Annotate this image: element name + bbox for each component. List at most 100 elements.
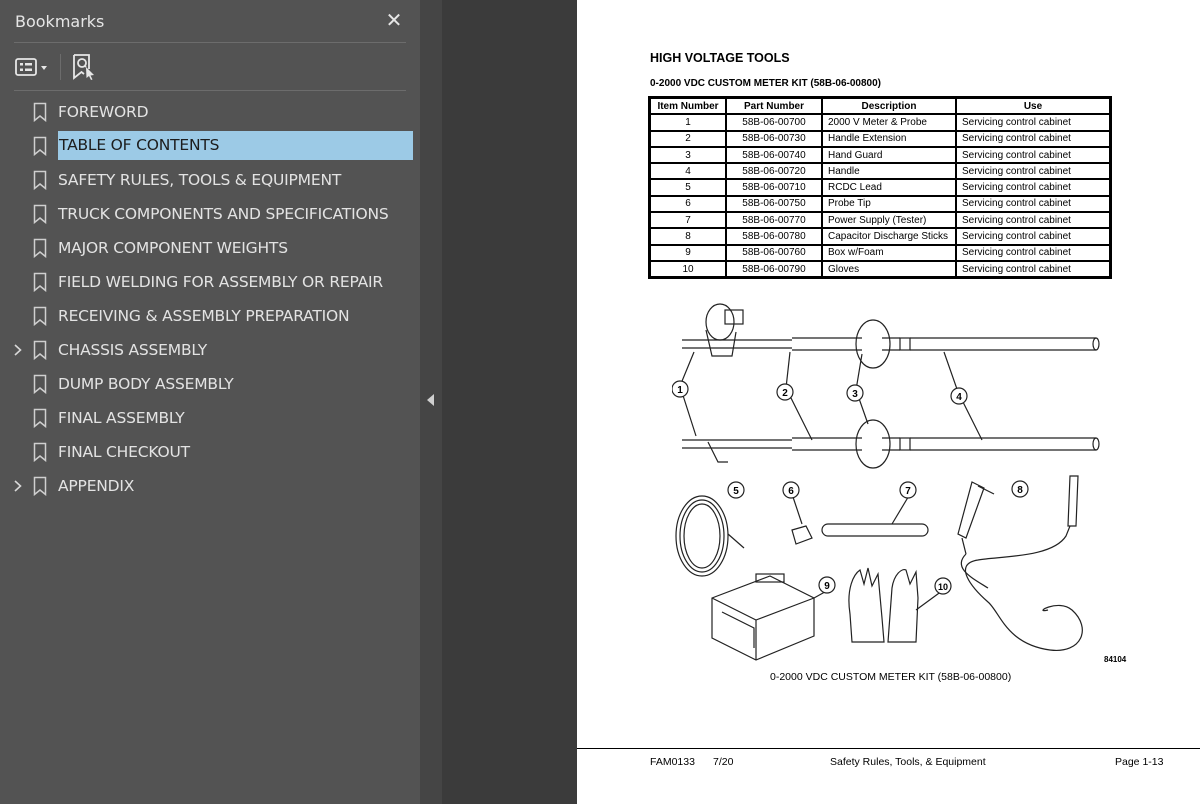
close-icon[interactable]: ✕ bbox=[382, 11, 406, 31]
callout-5: 5 bbox=[727, 481, 745, 499]
item-number-cell: 7 bbox=[650, 212, 726, 229]
column-header: Description bbox=[822, 98, 956, 115]
description-cell: Gloves bbox=[822, 260, 956, 278]
callout-3: 3 bbox=[846, 384, 864, 402]
table-row: 7 58B-06-00770 Power Supply (Tester) Servic… bbox=[650, 212, 1110, 229]
bookmark-icon bbox=[33, 476, 47, 496]
bookmark-final-assembly[interactable]: FINAL ASSEMBLY bbox=[0, 401, 420, 435]
column-header: Item Number bbox=[650, 98, 726, 115]
use-cell: Servicing control cabinet bbox=[956, 260, 1110, 278]
bookmark-truck-components[interactable]: TRUCK COMPONENTS AND SPECIFICATIONS bbox=[0, 197, 420, 231]
use-cell: Servicing control cabinet bbox=[956, 228, 1110, 245]
chevron-right-icon[interactable] bbox=[11, 478, 25, 494]
bookmark-table-of-contents[interactable]: TABLE OF CONTENTS bbox=[0, 129, 420, 163]
figure-code: 84104 bbox=[1104, 655, 1127, 664]
parts-table: Item Number Part Number Description Use … bbox=[648, 96, 1112, 280]
chevron-right-icon[interactable] bbox=[11, 342, 25, 358]
svg-text:9: 9 bbox=[824, 581, 830, 592]
item-number-cell: 2 bbox=[650, 130, 726, 147]
bookmark-icon bbox=[33, 136, 47, 156]
list-options-icon bbox=[15, 57, 47, 76]
bookmark-final-checkout[interactable]: FINAL CHECKOUT bbox=[0, 435, 420, 469]
svg-text:2: 2 bbox=[782, 388, 788, 399]
table-row: 10 58B-06-00790 Gloves Servicing control ca… bbox=[650, 260, 1110, 278]
description-cell: Probe Tip bbox=[822, 195, 956, 213]
bookmark-dump-body-assembly[interactable]: DUMP BODY ASSEMBLY bbox=[0, 367, 420, 401]
bookmarks-toolbar bbox=[0, 43, 420, 90]
bookmarks-panel: Bookmarks ✕ FOREWORD TABLE OF CONTENTS S… bbox=[0, 0, 420, 804]
bookmark-safety-rules[interactable]: SAFETY RULES, TOOLS & EQUIPMENT bbox=[0, 163, 420, 197]
bookmark-list: FOREWORD TABLE OF CONTENTS SAFETY RULES,… bbox=[0, 91, 420, 503]
use-cell: Servicing control cabinet bbox=[956, 146, 1110, 164]
bookmarks-title: Bookmarks bbox=[15, 11, 105, 31]
svg-text:3: 3 bbox=[852, 389, 858, 400]
meter-kit-illustration: 1 2 3 4 5 6 7 8 9 10 bbox=[672, 303, 1100, 661]
svg-text:8: 8 bbox=[1017, 485, 1023, 496]
use-cell: Servicing control cabinet bbox=[956, 179, 1110, 196]
bookmark-field-welding[interactable]: FIELD WELDING FOR ASSEMBLY OR REPAIR bbox=[0, 265, 420, 299]
find-bookmark-button[interactable] bbox=[71, 53, 97, 81]
item-number-cell: 4 bbox=[650, 163, 726, 180]
bookmark-label: SAFETY RULES, TOOLS & EQUIPMENT bbox=[58, 171, 342, 189]
use-cell: Servicing control cabinet bbox=[956, 244, 1110, 261]
callout-7: 7 bbox=[899, 481, 917, 499]
bookmark-label: RECEIVING & ASSEMBLY PREPARATION bbox=[58, 307, 350, 325]
item-number-cell: 8 bbox=[650, 228, 726, 245]
bookmark-label: FINAL CHECKOUT bbox=[58, 443, 190, 461]
svg-text:1: 1 bbox=[677, 385, 683, 396]
table-row: 4 58B-06-00720 Handle Servicing control cab… bbox=[650, 163, 1110, 180]
section-title: HIGH VOLTAGE TOOLS bbox=[650, 51, 790, 65]
find-bookmark-icon bbox=[73, 53, 94, 80]
bookmark-icon bbox=[33, 408, 47, 428]
probe-tip-drawing bbox=[791, 525, 813, 545]
bookmark-icon bbox=[33, 340, 47, 360]
svg-text:4: 4 bbox=[956, 392, 962, 403]
bookmark-options-button[interactable] bbox=[14, 56, 48, 78]
table-row: 6 58B-06-00750 Probe Tip Servicing control … bbox=[650, 195, 1110, 213]
table-row: 3 58B-06-00740 Hand Guard Servicing control… bbox=[650, 146, 1110, 164]
description-cell: RCDC Lead bbox=[822, 179, 956, 196]
bookmark-appendix[interactable]: APPENDIX bbox=[0, 469, 420, 503]
bookmark-label: FOREWORD bbox=[58, 103, 149, 121]
bookmark-receiving-assembly[interactable]: RECEIVING & ASSEMBLY PREPARATION bbox=[0, 299, 420, 333]
bookmark-icon bbox=[33, 204, 47, 224]
collapse-panel-icon[interactable] bbox=[427, 394, 434, 406]
bookmark-icon bbox=[33, 170, 47, 190]
part-number-cell: 58B-06-00750 bbox=[726, 195, 822, 213]
use-cell: Servicing control cabinet bbox=[956, 114, 1110, 131]
part-number-cell: 58B-06-00770 bbox=[726, 212, 822, 229]
description-cell: 2000 V Meter & Probe bbox=[822, 114, 956, 131]
svg-text:7: 7 bbox=[905, 486, 911, 497]
meter-drawing bbox=[705, 303, 735, 341]
footer-page-number: Page 1-13 bbox=[1115, 756, 1164, 768]
footer-rule bbox=[577, 748, 1200, 749]
description-cell: Power Supply (Tester) bbox=[822, 212, 956, 229]
bookmark-chassis-assembly[interactable]: CHASSIS ASSEMBLY bbox=[0, 333, 420, 367]
item-number-cell: 10 bbox=[650, 260, 726, 278]
callout-2: 2 bbox=[776, 383, 794, 401]
toolbar-separator bbox=[60, 53, 61, 80]
bookmark-label: FINAL ASSEMBLY bbox=[58, 409, 185, 427]
item-number-cell: 3 bbox=[650, 146, 726, 164]
bookmark-major-component-weights[interactable]: MAJOR COMPONENT WEIGHTS bbox=[0, 231, 420, 265]
description-cell: Hand Guard bbox=[822, 146, 956, 164]
item-number-cell: 1 bbox=[650, 114, 726, 131]
bookmark-icon bbox=[33, 102, 47, 122]
svg-text:5: 5 bbox=[733, 486, 739, 497]
item-number-cell: 9 bbox=[650, 244, 726, 261]
table-subtitle: 0-2000 VDC CUSTOM METER KIT (58B-06-0080… bbox=[650, 78, 881, 89]
use-cell: Servicing control cabinet bbox=[956, 163, 1110, 180]
bookmark-foreword[interactable]: FOREWORD bbox=[0, 95, 420, 129]
discharge-stick-drawing bbox=[957, 481, 985, 539]
item-number-cell: 5 bbox=[650, 179, 726, 196]
callout-9: 9 bbox=[818, 576, 836, 594]
bookmark-icon bbox=[33, 374, 47, 394]
table-row: 2 58B-06-00730 Handle Extension Servicing c… bbox=[650, 130, 1110, 147]
table-header-row: Item Number Part Number Description Use bbox=[650, 98, 1110, 115]
bookmark-label: CHASSIS ASSEMBLY bbox=[58, 341, 208, 359]
column-header: Part Number bbox=[726, 98, 822, 115]
footer-date: 7/20 bbox=[713, 756, 734, 768]
bookmark-icon bbox=[33, 306, 47, 326]
part-number-cell: 58B-06-00760 bbox=[726, 244, 822, 261]
use-cell: Servicing control cabinet bbox=[956, 212, 1110, 229]
